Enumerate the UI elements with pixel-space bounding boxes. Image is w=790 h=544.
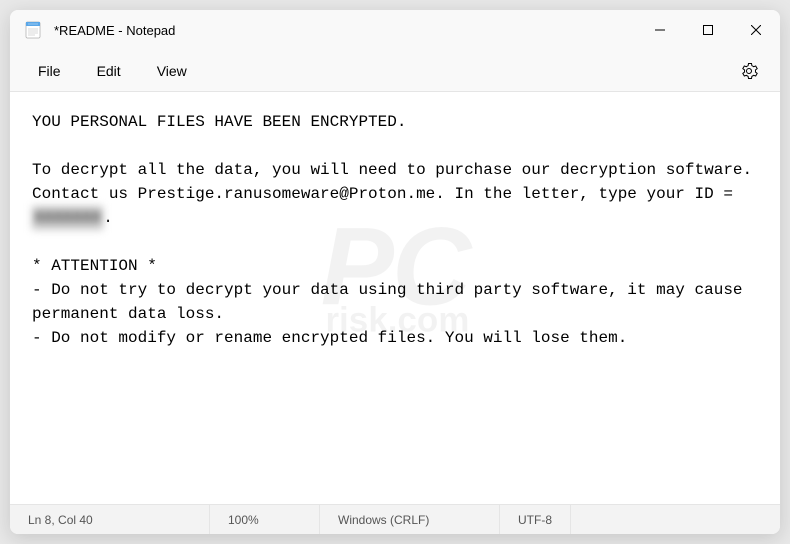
- titlebar[interactable]: *README - Notepad: [10, 10, 780, 50]
- blurred-id: XXXXXXX: [32, 206, 103, 230]
- content-line: Contact us Prestige.ranusomeware@Proton.…: [32, 185, 743, 203]
- content-line: .: [103, 209, 113, 227]
- status-zoom[interactable]: 100%: [210, 505, 320, 534]
- statusbar: Ln 8, Col 40 100% Windows (CRLF) UTF-8: [10, 504, 780, 534]
- notepad-window: *README - Notepad File Edit View YOU PER…: [10, 10, 780, 534]
- minimize-button[interactable]: [636, 10, 684, 50]
- status-position[interactable]: Ln 8, Col 40: [10, 505, 210, 534]
- menu-file[interactable]: File: [20, 55, 79, 87]
- content-line: - Do not try to decrypt your data using …: [32, 281, 752, 323]
- maximize-button[interactable]: [684, 10, 732, 50]
- gear-icon: [740, 62, 758, 80]
- settings-button[interactable]: [728, 54, 770, 88]
- content-line: YOU PERSONAL FILES HAVE BEEN ENCRYPTED.: [32, 113, 406, 131]
- menubar: File Edit View: [10, 50, 780, 92]
- status-line-ending[interactable]: Windows (CRLF): [320, 505, 500, 534]
- content-line: - Do not modify or rename encrypted file…: [32, 329, 627, 347]
- window-title: *README - Notepad: [54, 23, 636, 38]
- menu-view[interactable]: View: [139, 55, 205, 87]
- close-button[interactable]: [732, 10, 780, 50]
- content-line: To decrypt all the data, you will need t…: [32, 161, 752, 179]
- status-encoding[interactable]: UTF-8: [500, 505, 571, 534]
- menu-edit[interactable]: Edit: [79, 55, 139, 87]
- window-controls: [636, 10, 780, 50]
- text-editor-content[interactable]: YOU PERSONAL FILES HAVE BEEN ENCRYPTED. …: [10, 92, 780, 504]
- notepad-icon: [24, 21, 42, 39]
- content-line: * ATTENTION *: [32, 257, 157, 275]
